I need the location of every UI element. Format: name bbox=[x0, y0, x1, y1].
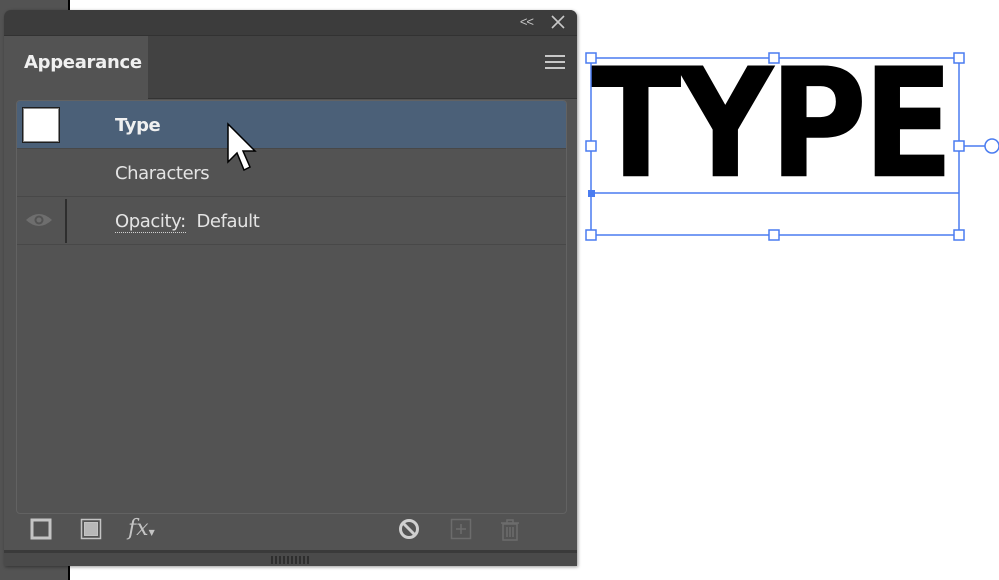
handle-bottom-right bbox=[953, 229, 965, 241]
duplicate-item-icon[interactable] bbox=[450, 518, 472, 540]
panel-menu-icon[interactable] bbox=[545, 55, 565, 71]
panel-tab-row: Appearance bbox=[4, 36, 577, 99]
opacity-value: Default bbox=[196, 211, 260, 232]
row-label: Type bbox=[115, 115, 161, 136]
panel-titlebar[interactable]: << bbox=[4, 10, 577, 36]
collapse-panel-button[interactable]: << bbox=[520, 14, 534, 29]
baseline-anchor bbox=[588, 190, 595, 197]
handle-top-middle bbox=[768, 52, 780, 64]
opacity-label-group: Opacity: Default bbox=[115, 211, 260, 233]
handle-top-left bbox=[585, 52, 597, 64]
row-label: Characters bbox=[115, 163, 210, 184]
handle-middle-left bbox=[585, 140, 597, 152]
visibility-separator bbox=[65, 199, 67, 243]
tab-appearance-label: Appearance bbox=[24, 52, 142, 73]
type-thumbnail-swatch bbox=[22, 107, 60, 143]
fx-label: fx bbox=[128, 516, 149, 541]
bounding-box-outline bbox=[590, 57, 960, 236]
add-new-fill-icon[interactable] bbox=[80, 518, 102, 540]
handle-bottom-left bbox=[585, 229, 597, 241]
appearance-row-type[interactable]: Type bbox=[17, 101, 566, 149]
tab-appearance[interactable]: Appearance bbox=[4, 36, 148, 99]
panel-footer-toolbar: fx▼ bbox=[4, 514, 577, 554]
opacity-link[interactable]: Opacity: bbox=[115, 211, 186, 233]
clear-appearance-icon[interactable] bbox=[398, 518, 420, 540]
eye-icon[interactable] bbox=[25, 211, 53, 229]
mouse-cursor-icon bbox=[227, 122, 257, 172]
handle-top-right bbox=[953, 52, 965, 64]
appearance-row-characters[interactable]: Characters bbox=[17, 149, 566, 197]
appearance-list: Type Characters Opacity: Default bbox=[16, 100, 567, 514]
close-icon[interactable] bbox=[549, 11, 567, 33]
handle-middle-right bbox=[953, 140, 965, 152]
handle-bottom-middle bbox=[768, 229, 780, 241]
add-new-stroke-icon[interactable] bbox=[30, 518, 52, 540]
delete-item-icon[interactable] bbox=[499, 518, 521, 542]
resize-grip[interactable] bbox=[271, 556, 309, 564]
type-out-port-handle bbox=[984, 138, 999, 154]
panel-resize-bar[interactable] bbox=[4, 550, 577, 566]
selection-bounding-box[interactable] bbox=[580, 40, 999, 250]
fx-icon[interactable]: fx▼ bbox=[128, 516, 155, 541]
appearance-panel: << Appearance Type Characters Opacity: D… bbox=[4, 10, 577, 566]
appearance-row-opacity[interactable]: Opacity: Default bbox=[17, 197, 566, 245]
